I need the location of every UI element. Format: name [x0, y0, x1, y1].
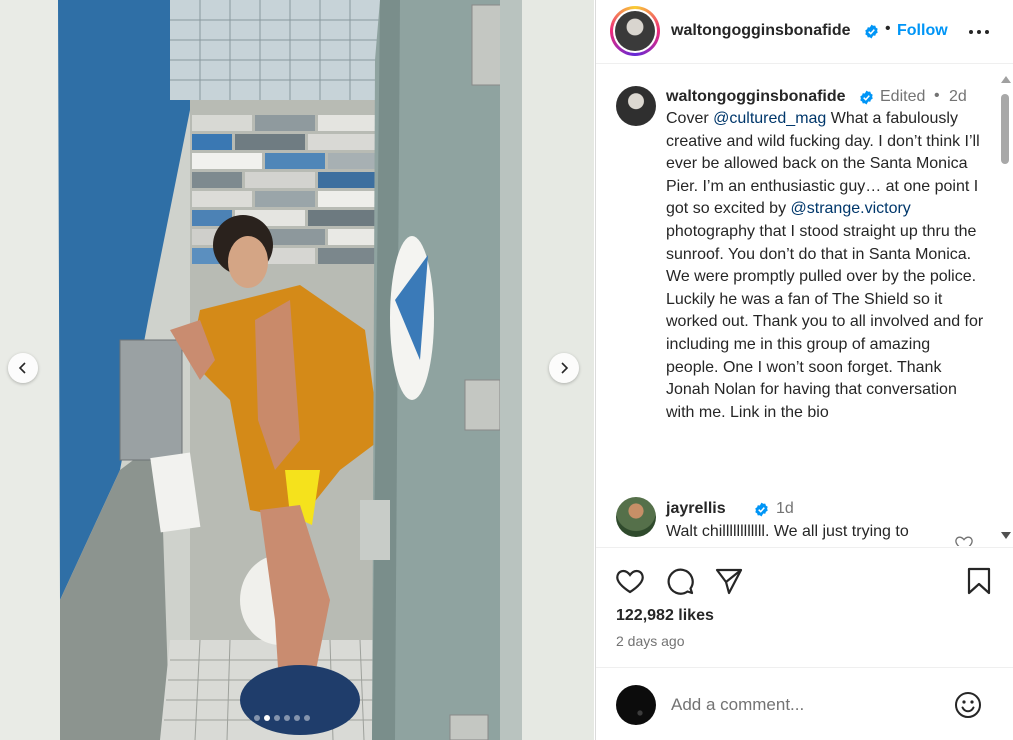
more-options-icon[interactable] — [967, 22, 991, 42]
caption-edited-label: Edited — [880, 88, 926, 105]
mention-link[interactable]: @strange.victory — [791, 200, 911, 217]
carousel-indicator — [254, 715, 310, 721]
follow-button[interactable]: Follow — [897, 22, 948, 40]
author-avatar[interactable] — [610, 6, 660, 56]
author-username[interactable]: waltongogginsbonafide — [671, 22, 851, 40]
post-timestamp[interactable]: 2 days ago — [616, 633, 685, 649]
caption-text-part: Cover — [666, 110, 714, 127]
commenter-avatar[interactable] — [616, 497, 656, 537]
comment-icon[interactable] — [665, 566, 695, 596]
share-icon[interactable] — [714, 566, 744, 596]
verified-badge-icon — [865, 24, 878, 39]
comment-age: 1d — [776, 500, 794, 517]
header-separator: • — [885, 20, 891, 37]
caption-text-part: photography that I stood straight up thr… — [666, 222, 984, 421]
add-comment-bar — [596, 667, 1013, 740]
current-user-avatar — [616, 685, 656, 725]
post-header: waltongogginsbonafide • Follow — [596, 0, 1013, 64]
caption-text: Cover @cultured_mag What a fabulously cr… — [666, 108, 984, 424]
caption-age: 2d — [949, 88, 967, 105]
verified-badge-icon — [860, 90, 873, 105]
carousel-dot — [304, 715, 310, 721]
carousel-dot — [254, 715, 260, 721]
comment-text: Walt chillllllllllll. We all just trying… — [666, 523, 909, 540]
carousel-dot — [274, 715, 280, 721]
emoji-icon[interactable] — [953, 690, 983, 720]
scrollbar-thumb[interactable] — [1001, 94, 1009, 164]
post-photo — [0, 0, 594, 740]
caption-separator: • — [934, 87, 940, 104]
like-count[interactable]: 122,982 likes — [616, 607, 714, 625]
carousel-dot-active — [264, 715, 270, 721]
verified-badge-icon — [755, 502, 768, 517]
comments-list[interactable]: waltongogginsbonafide Edited • 2d Cover … — [596, 72, 1013, 546]
comment-like-heart-icon[interactable] — [954, 533, 974, 546]
chevron-left-icon — [18, 362, 26, 374]
caption-author-avatar[interactable] — [616, 86, 656, 126]
comments-scrollbar[interactable] — [999, 72, 1011, 546]
caption-username[interactable]: waltongogginsbonafide — [666, 88, 846, 106]
heart-icon[interactable] — [615, 566, 645, 596]
comment-input[interactable] — [671, 693, 931, 717]
carousel-dot — [284, 715, 290, 721]
previous-slide-button[interactable] — [8, 353, 38, 383]
commenter-username[interactable]: jayrellis — [666, 500, 726, 518]
chevron-right-icon — [561, 362, 569, 374]
post-details-panel: waltongogginsbonafide • Follow waltongog… — [595, 0, 1013, 740]
post-actions: 122,982 likes 2 days ago — [596, 547, 1013, 667]
next-slide-button[interactable] — [549, 353, 579, 383]
bookmark-icon[interactable] — [964, 566, 994, 596]
scroll-down-arrow-icon[interactable] — [1001, 532, 1011, 539]
mention-link[interactable]: @cultured_mag — [713, 110, 826, 127]
scroll-up-arrow-icon[interactable] — [1001, 76, 1011, 83]
carousel-dot — [294, 715, 300, 721]
post-media[interactable] — [0, 0, 594, 740]
